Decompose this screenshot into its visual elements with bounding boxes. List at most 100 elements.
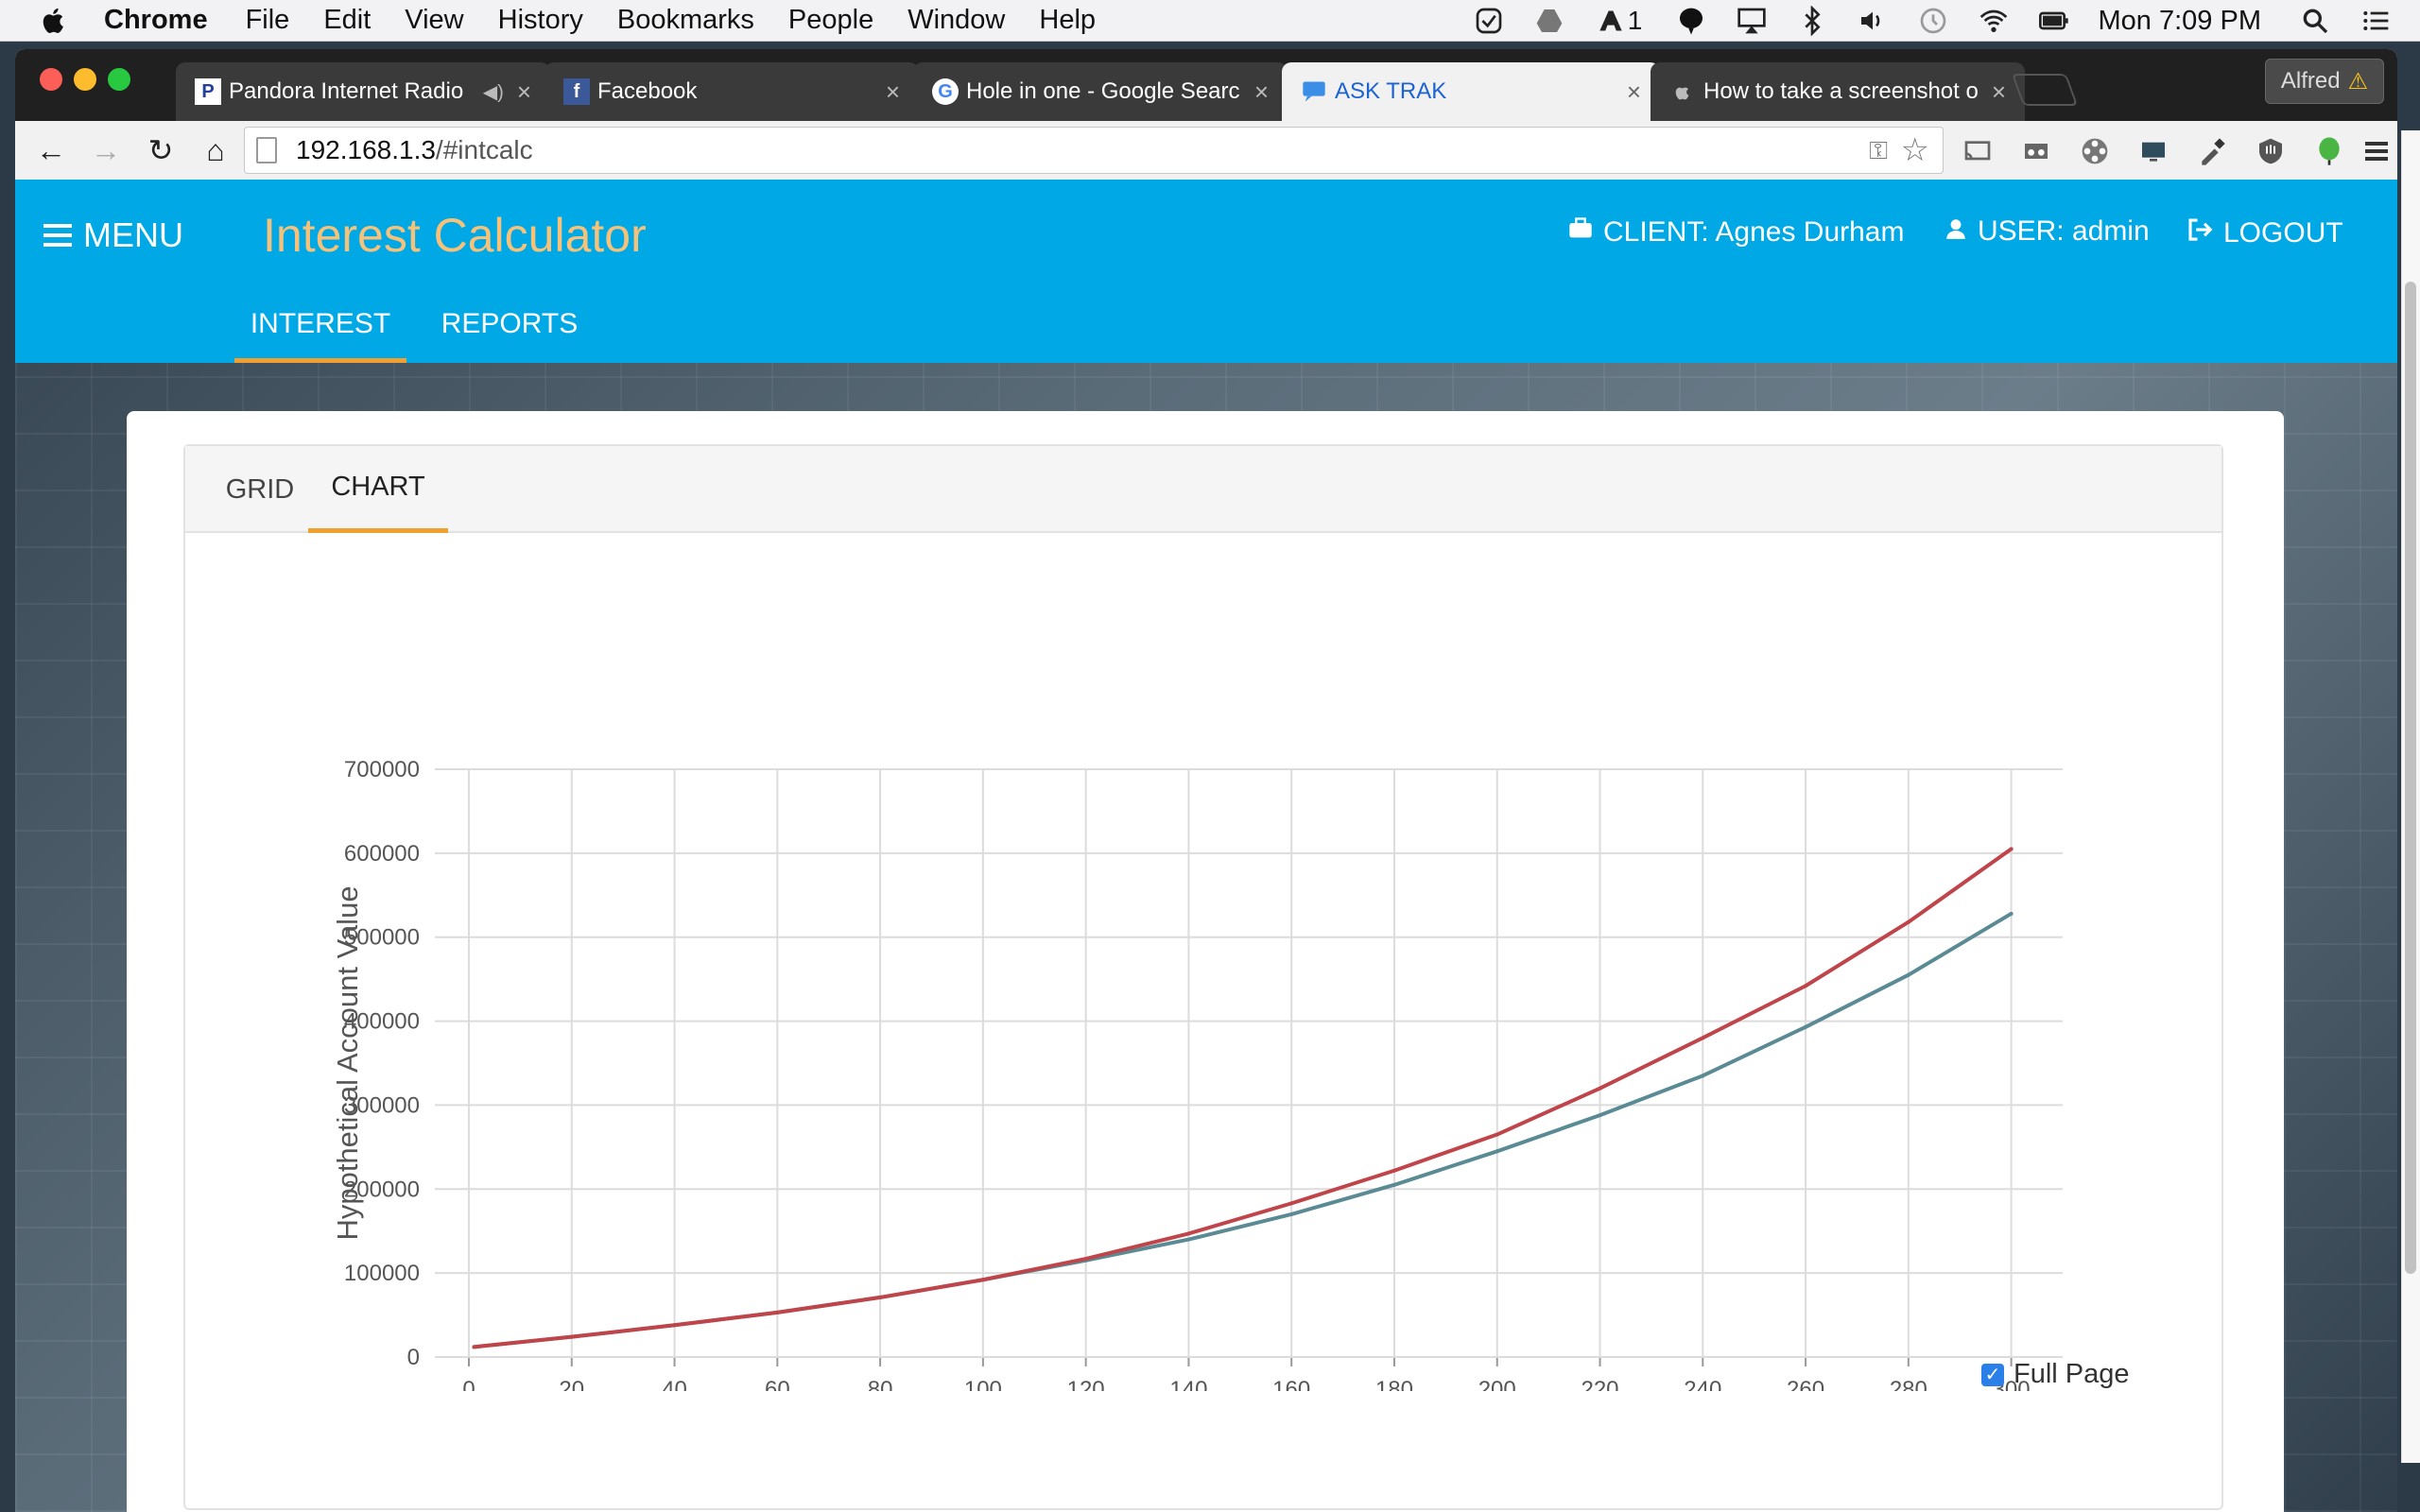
y-axis-title: Hypothetical Account Value	[331, 885, 364, 1240]
nav-tab-reports[interactable]: REPORTS	[439, 297, 580, 363]
key-icon[interactable]: ⚿	[1869, 136, 1888, 166]
data-point	[1701, 1036, 1705, 1040]
user-icon	[1944, 216, 1968, 248]
cast-icon[interactable]	[1961, 134, 1995, 168]
x-tick-label: 140	[1169, 1377, 1207, 1391]
window-minimize-button[interactable]	[74, 68, 96, 91]
data-point	[1495, 1149, 1499, 1154]
user-link[interactable]: USER: admin	[1944, 215, 2150, 248]
interest-chart: 0 20 40 60 80 100 120 140 160 180 200 220 240 260 280 3…	[331, 757, 2063, 1391]
y-tick-label: 100000	[344, 1261, 420, 1286]
full-page-toggle[interactable]: ✓ Full Page	[1981, 1359, 2130, 1390]
data-point	[472, 1345, 476, 1349]
speaker-icon[interactable]: ◀)	[483, 80, 504, 104]
eyedropper-icon[interactable]	[2195, 134, 2229, 168]
data-point	[1186, 1237, 1191, 1242]
shield-icon[interactable]	[2254, 134, 2288, 168]
tab-title: ASK TRAK	[1335, 78, 1447, 104]
data-point	[775, 1310, 780, 1314]
profile-name: Alfred	[2280, 68, 2341, 94]
client-link[interactable]: CLIENT: Agnes Durham	[1567, 215, 1904, 249]
battery-icon[interactable]	[2038, 5, 2070, 37]
new-tab-button[interactable]	[2011, 74, 2079, 106]
x-tick-label: 220	[1581, 1377, 1618, 1391]
chrome-menu-icon[interactable]	[2360, 134, 2394, 168]
home-button[interactable]: ⌂	[197, 131, 234, 169]
client-label: CLIENT: Agnes Durham	[1603, 215, 1905, 248]
app-title: Interest Calculator	[263, 209, 647, 262]
close-icon[interactable]: ×	[886, 77, 900, 107]
x-tick-label: 160	[1272, 1377, 1310, 1391]
apple-icon	[1669, 78, 1696, 105]
address-bar[interactable]: 192.168.1.3/#intcalc ⚿ ☆	[244, 127, 1944, 174]
back-button[interactable]: ←	[32, 131, 70, 169]
close-icon[interactable]: ×	[1992, 77, 2006, 107]
scrollbar-thumb[interactable]	[2405, 282, 2416, 1274]
menu-window[interactable]: Window	[908, 5, 1005, 36]
task-check-icon[interactable]	[1473, 5, 1505, 37]
logout-link[interactable]: LOGOUT	[2186, 215, 2343, 250]
notification-center-icon[interactable]	[2360, 5, 2392, 37]
menu-view[interactable]: View	[405, 5, 463, 36]
menu-chrome[interactable]: Chrome	[104, 5, 208, 36]
menu-file[interactable]: File	[246, 5, 290, 36]
y-tick-label: 600000	[344, 841, 420, 867]
drive-icon[interactable]	[1533, 5, 1565, 37]
tab-google-search[interactable]: G Hole in one - Google Search ×	[913, 62, 1288, 121]
film-reel-icon[interactable]	[2078, 134, 2112, 168]
menu-button[interactable]: MENU	[43, 215, 183, 255]
adobe-icon[interactable]: 1	[1594, 5, 1647, 37]
notification-balloon-icon[interactable]	[1675, 5, 1707, 37]
window-zoom-button[interactable]	[108, 68, 130, 91]
x-tick-label: 260	[1787, 1377, 1824, 1391]
close-icon[interactable]: ×	[1254, 77, 1269, 107]
nav-tab-interest[interactable]: INTEREST	[234, 297, 406, 363]
data-point	[1598, 1113, 1602, 1118]
menu-edit[interactable]: Edit	[323, 5, 371, 36]
data-point	[1906, 919, 1910, 924]
wifi-icon[interactable]	[1978, 5, 2010, 37]
briefcase-icon	[1567, 215, 1594, 249]
reload-button[interactable]: ↻	[142, 131, 180, 169]
incognito-icon[interactable]	[2019, 134, 2053, 168]
data-point	[1701, 1074, 1705, 1078]
bluetooth-icon[interactable]	[1796, 5, 1828, 37]
spotlight-search-icon[interactable]	[2299, 5, 2331, 37]
tab-facebook[interactable]: f Facebook ×	[544, 62, 919, 121]
bookmark-star-icon[interactable]: ☆	[1901, 131, 1929, 169]
x-tick-label: 200	[1478, 1377, 1516, 1391]
panel-tab-grid[interactable]: GRID	[204, 446, 316, 533]
tab-screenshot-howto[interactable]: How to take a screenshot on ×	[1651, 62, 2025, 121]
tab-pandora[interactable]: P Pandora Internet Radio ◀) ×	[176, 62, 550, 121]
panel-tab-chart[interactable]: CHART	[308, 446, 448, 533]
hamburger-icon	[43, 224, 72, 247]
menu-history[interactable]: History	[498, 5, 583, 36]
checkbox-checked-icon[interactable]: ✓	[1981, 1363, 2004, 1386]
airplay-icon[interactable]	[1736, 5, 1768, 37]
close-icon[interactable]: ×	[517, 77, 531, 107]
menu-help[interactable]: Help	[1039, 5, 1096, 36]
screen-icon[interactable]	[2136, 134, 2170, 168]
data-point	[1906, 972, 1910, 977]
panel-tab-bar: GRID CHART	[185, 446, 2221, 533]
adobe-badge: 1	[1627, 6, 1643, 35]
data-point	[878, 1295, 883, 1299]
tab-title: Pandora Internet Radio	[229, 78, 464, 104]
page-scrollbar[interactable]	[2401, 130, 2420, 1463]
profile-button[interactable]: Alfred ⚠	[2265, 59, 2384, 104]
window-close-button[interactable]	[40, 68, 62, 91]
logout-label: LOGOUT	[2223, 216, 2343, 249]
forward-button[interactable]: →	[87, 131, 125, 169]
apple-logo-icon[interactable]	[38, 5, 70, 37]
tab-ask-trak[interactable]: ASK TRAK ×	[1282, 62, 1660, 121]
menu-people[interactable]: People	[788, 5, 873, 36]
page-viewport: MENU Interest Calculator CLIENT: Agnes D…	[15, 180, 2397, 1512]
menubar-clock[interactable]: Mon 7:09 PM	[2099, 6, 2261, 37]
data-point	[672, 1323, 677, 1328]
leaf-icon[interactable]	[2312, 134, 2346, 168]
volume-icon[interactable]	[1857, 5, 1889, 37]
time-machine-icon[interactable]	[1917, 5, 1949, 37]
close-icon[interactable]: ×	[1627, 77, 1641, 107]
x-tick-label: 120	[1067, 1377, 1105, 1391]
menu-bookmarks[interactable]: Bookmarks	[617, 5, 754, 36]
